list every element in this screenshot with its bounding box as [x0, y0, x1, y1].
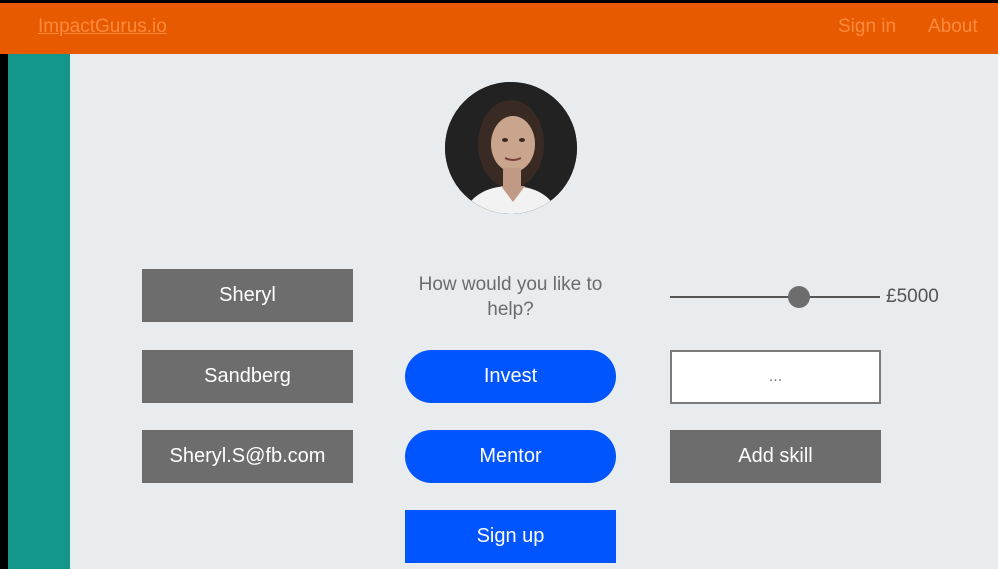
page: ImpactGurus.io Sign in About Sheryl Sand… — [0, 0, 998, 569]
sign-up-button[interactable]: Sign up — [405, 510, 616, 563]
email-field[interactable]: Sheryl.S@fb.com — [142, 430, 353, 483]
left-edge — [0, 54, 8, 569]
help-prompt: How would you like to help? — [418, 274, 603, 320]
add-skill-button[interactable]: Add skill — [670, 430, 881, 483]
first-name-field[interactable]: Sheryl — [142, 269, 353, 322]
about-link[interactable]: About — [928, 16, 978, 38]
mentor-button[interactable]: Mentor — [405, 430, 616, 483]
top-nav-bar: ImpactGurus.io Sign in About — [0, 0, 998, 54]
amount-slider-track[interactable] — [670, 296, 880, 298]
last-name-field[interactable]: Sandberg — [142, 350, 353, 403]
invest-button[interactable]: Invest — [405, 350, 616, 403]
amount-value: £5000 — [886, 286, 939, 307]
avatar-photo-icon — [445, 82, 577, 214]
sign-in-link[interactable]: Sign in — [838, 16, 896, 38]
avatar — [445, 82, 577, 214]
brand-link[interactable]: ImpactGurus.io — [38, 16, 167, 38]
amount-slider-handle[interactable] — [788, 286, 810, 308]
sidebar — [8, 54, 70, 569]
skill-input[interactable]: ... — [670, 350, 881, 404]
